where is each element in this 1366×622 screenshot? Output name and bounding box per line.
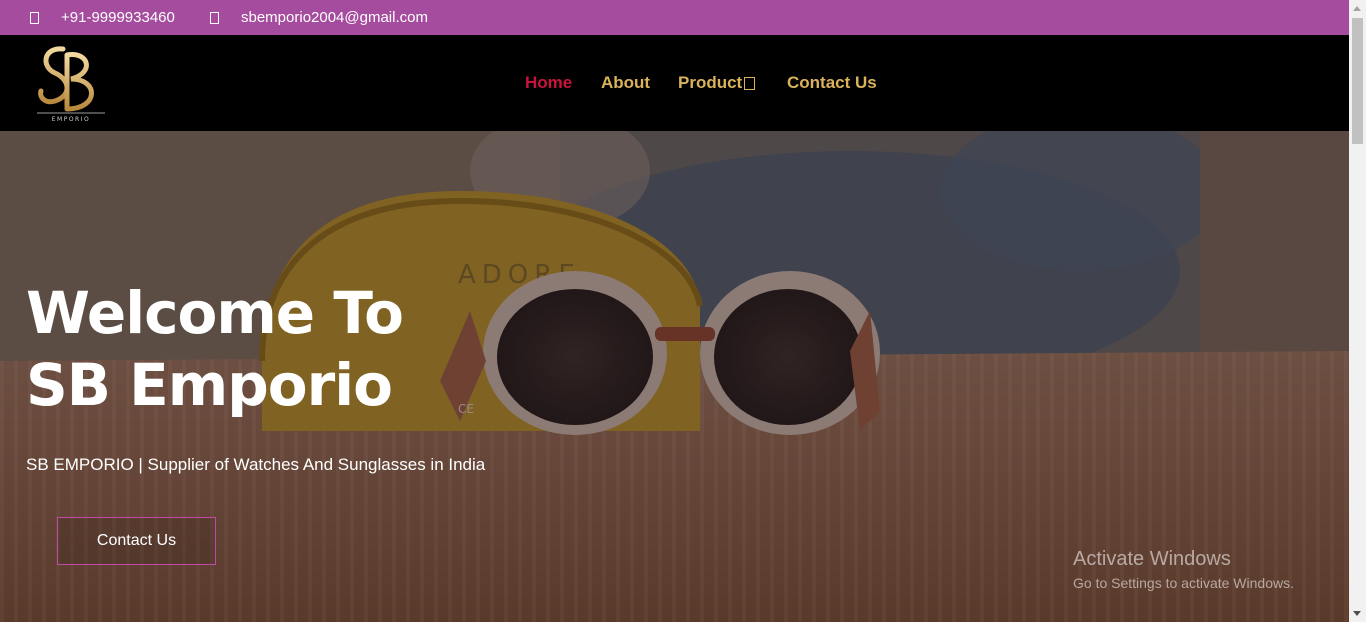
hero-banner: ADORE CE Welcome To SB Emporio SB EMPORI… (0, 131, 1349, 622)
phone-icon (30, 11, 39, 24)
email-address: sbemporio2004@gmail.com (241, 9, 428, 26)
sb-logo-icon: EMPORIO (37, 46, 105, 123)
contact-topbar: +91-9999933460 sbemporio2004@gmail.com (0, 0, 1349, 35)
page-scrollbar[interactable] (1349, 0, 1366, 622)
phone-contact[interactable]: +91-9999933460 (30, 0, 175, 35)
hero-title-line2: SB Emporio (26, 351, 393, 419)
nav-home[interactable]: Home (525, 73, 572, 93)
hero-subtitle: SB EMPORIO | Supplier of Watches And Sun… (26, 455, 486, 474)
hero-title: Welcome To SB Emporio (26, 277, 404, 421)
scroll-down-arrow-icon[interactable] (1353, 611, 1361, 616)
nav-about[interactable]: About (601, 73, 650, 93)
envelope-icon (210, 11, 219, 24)
watermark-title: Activate Windows (1073, 548, 1231, 570)
phone-number: +91-9999933460 (61, 9, 175, 26)
contact-us-button[interactable]: Contact Us (57, 517, 216, 565)
brand-logo[interactable]: EMPORIO (33, 43, 109, 125)
chevron-down-icon (744, 77, 756, 90)
email-contact[interactable]: sbemporio2004@gmail.com (210, 0, 428, 35)
svg-text:EMPORIO: EMPORIO (52, 116, 90, 123)
scrollbar-thumb[interactable] (1352, 18, 1363, 144)
nav-product[interactable]: Product (678, 73, 756, 93)
activate-windows-watermark: Activate Windows Go to Settings to activ… (1073, 548, 1294, 591)
watermark-subtitle: Go to Settings to activate Windows. (1073, 575, 1294, 591)
main-navbar: EMPORIO Home About Product Contact Us (0, 35, 1349, 131)
nav-contact-us[interactable]: Contact Us (787, 73, 877, 93)
scroll-up-arrow-icon[interactable] (1353, 6, 1361, 11)
hero-title-line1: Welcome To (26, 279, 404, 347)
